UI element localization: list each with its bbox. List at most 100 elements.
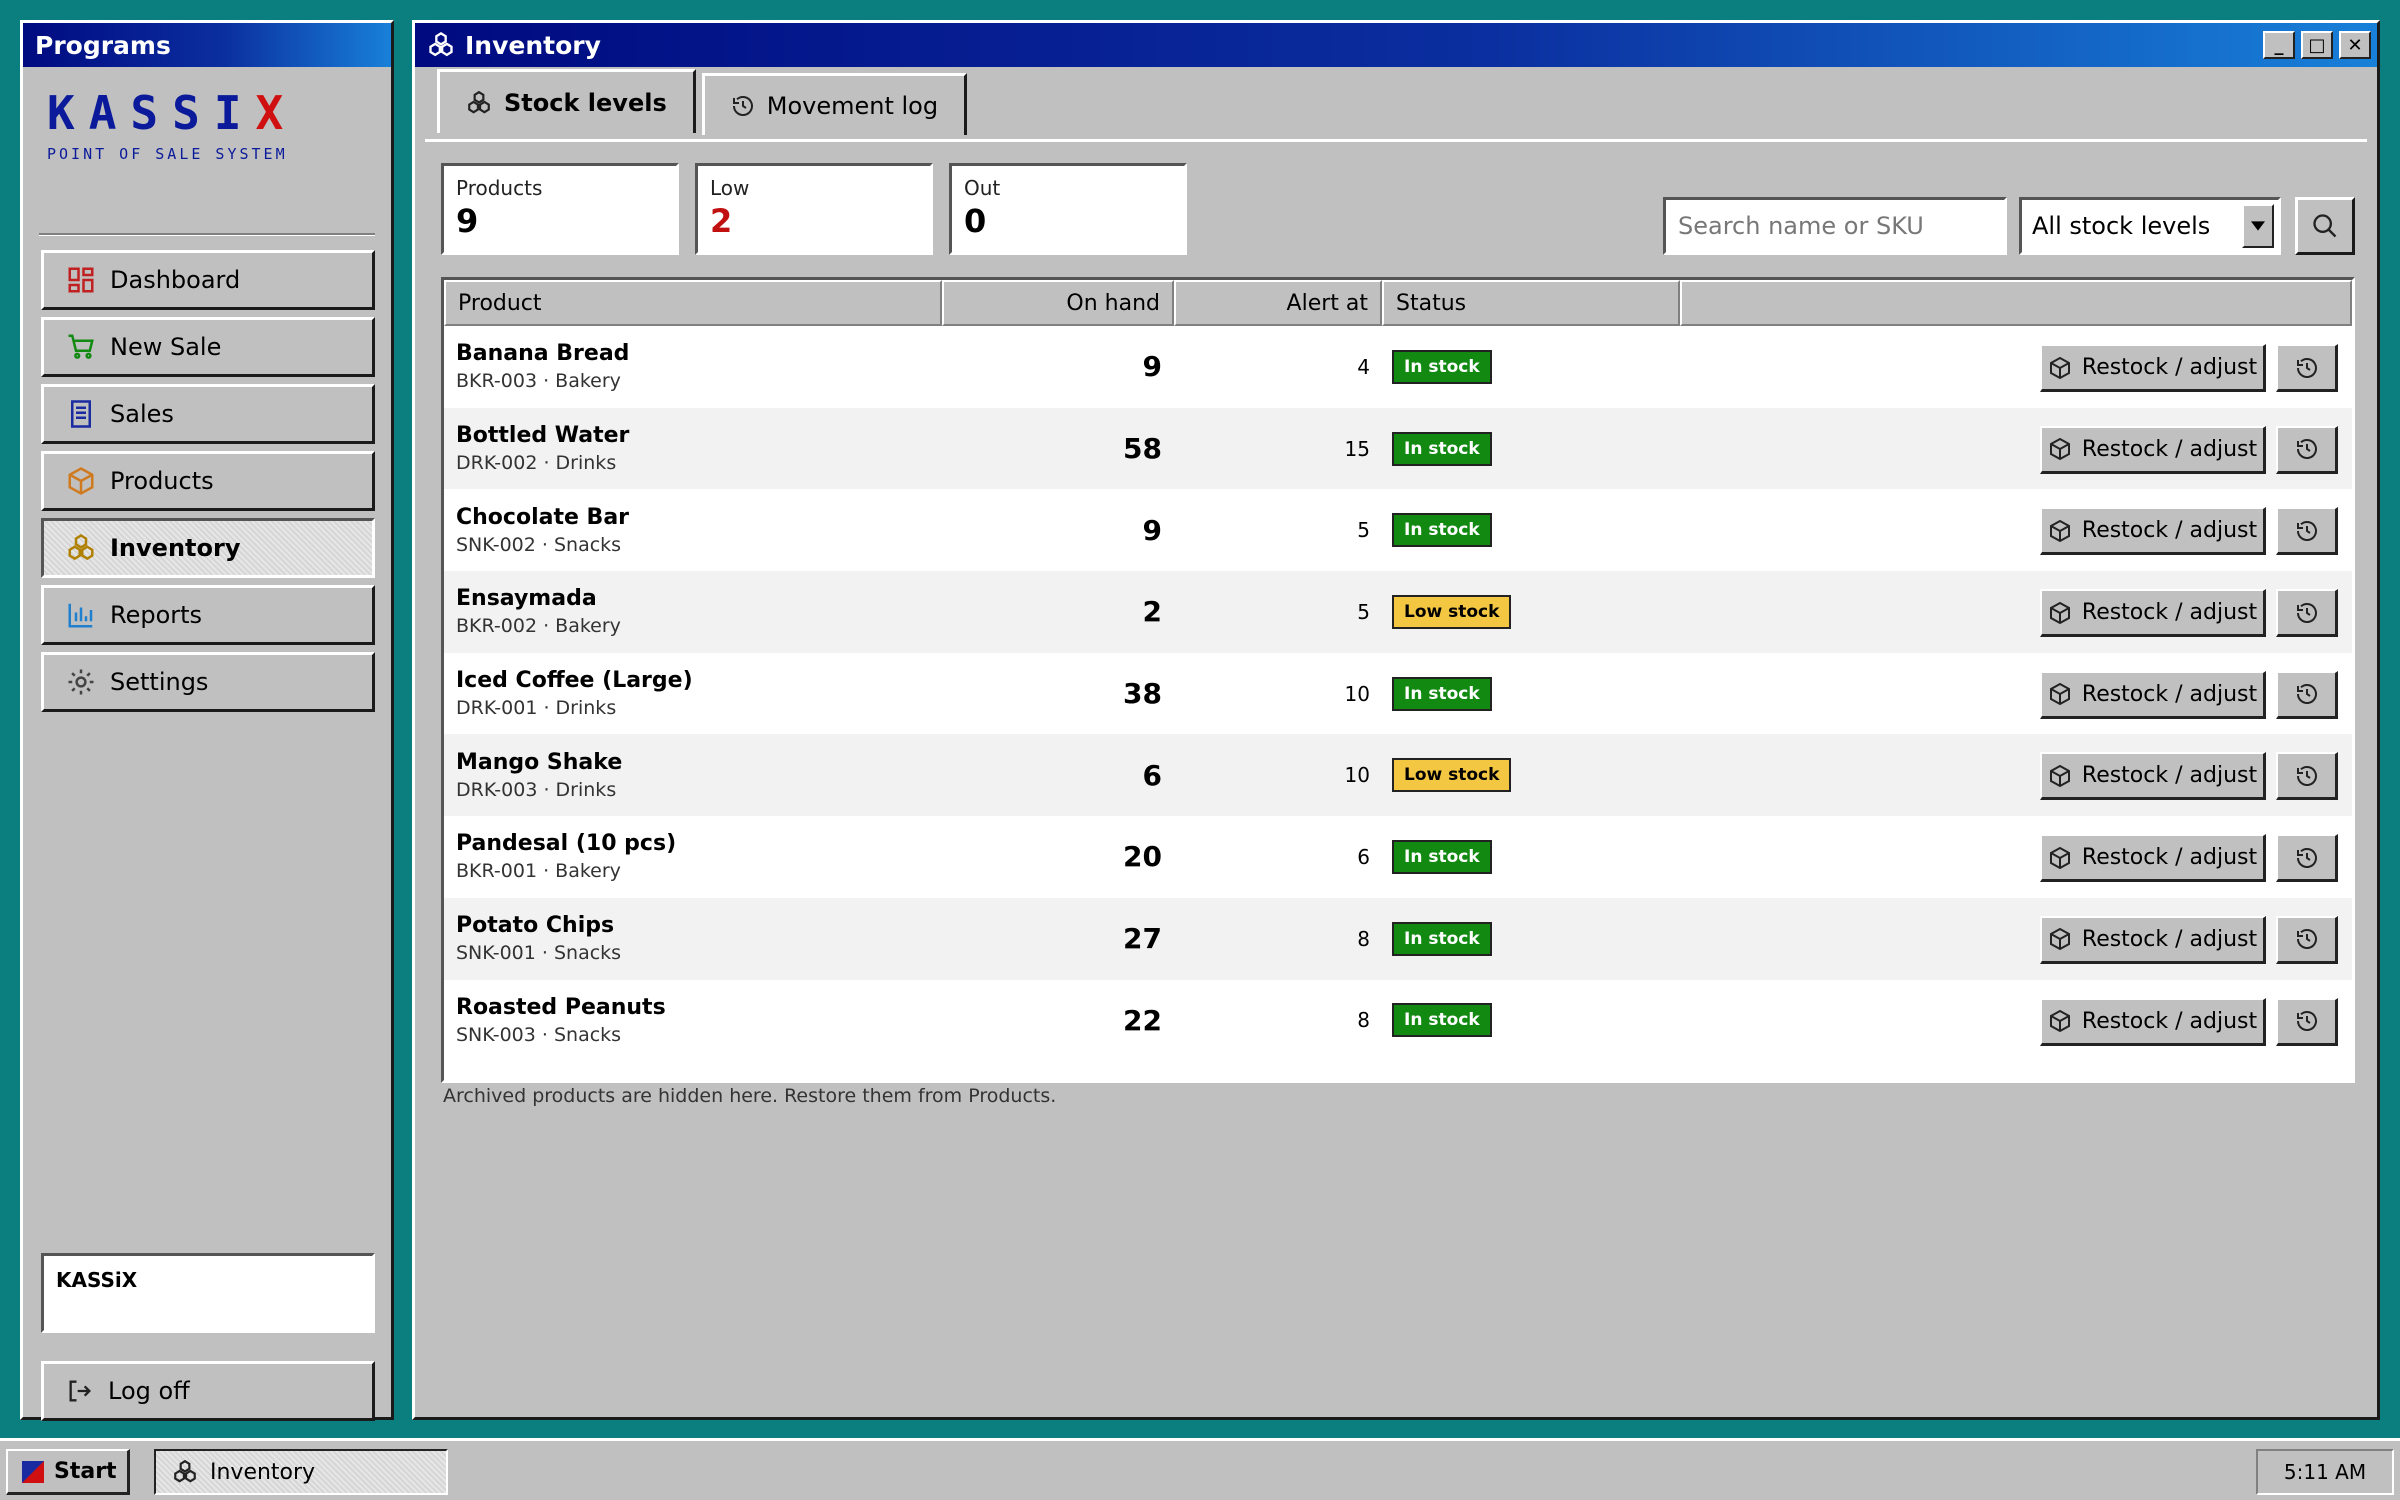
minimize-button[interactable]: _ xyxy=(2263,31,2295,59)
search-input[interactable]: Search name or SKU xyxy=(1663,197,2007,255)
sidebar-item-sales[interactable]: Sales xyxy=(41,384,375,444)
tab-divider xyxy=(425,139,2367,142)
on-hand-value: 58 xyxy=(1123,432,1162,466)
product-cell: Bottled Water DRK-002 · Drinks xyxy=(444,423,942,474)
receipt-icon xyxy=(71,400,91,428)
restock-adjust-button[interactable]: Restock / adjust xyxy=(2040,425,2266,474)
restock-adjust-button[interactable]: Restock / adjust xyxy=(2040,997,2266,1046)
product-sku: SNK-001 xyxy=(456,942,536,965)
on-hand-value: 2 xyxy=(1142,595,1162,629)
column-header-product[interactable]: Product xyxy=(444,280,942,326)
restock-label: Restock / adjust xyxy=(2081,1008,2258,1034)
product-category: Bakery xyxy=(555,370,621,393)
restock-adjust-button[interactable]: Restock / adjust xyxy=(2040,834,2266,883)
restock-label: Restock / adjust xyxy=(2081,845,2258,871)
counter-label: Out xyxy=(964,176,1001,200)
table-row[interactable]: Ensaymada BKR-002 · Bakery 2 5 Low stock Rest… xyxy=(444,571,2352,653)
tab-stock-levels[interactable]: Stock levels xyxy=(437,69,696,133)
product-name: Potato Chips xyxy=(456,913,615,939)
movement-history-button[interactable] xyxy=(2276,670,2338,719)
out-counter: Out 0 xyxy=(949,163,1187,255)
product-meta: SNK-002 · Snacks xyxy=(456,533,622,556)
movement-history-button[interactable] xyxy=(2276,915,2338,964)
table-body: Banana Bread BKR-003 · Bakery 9 4 In stock Re… xyxy=(444,326,2352,1061)
tab-label: Movement log xyxy=(766,91,939,120)
table-row[interactable]: Chocolate Bar SNK-002 · Snacks 9 5 In stock R… xyxy=(444,489,2352,571)
tab-movement-log[interactable]: Movement log xyxy=(701,73,968,135)
movement-history-button[interactable] xyxy=(2276,344,2338,392)
cart-icon xyxy=(68,334,94,359)
product-sku: SNK-003 xyxy=(456,1023,536,1046)
maximize-button[interactable]: □ xyxy=(2301,31,2333,59)
sidebar-item-new-sale[interactable]: New Sale xyxy=(41,317,375,377)
restock-adjust-button[interactable]: Restock / adjust xyxy=(2040,670,2266,719)
history-icon xyxy=(2296,602,2317,623)
taskbar-item-inventory[interactable]: Inventory xyxy=(154,1449,448,1495)
movement-history-button[interactable] xyxy=(2276,507,2338,556)
sidebar-item-dashboard[interactable]: Dashboard xyxy=(41,250,375,310)
boxes-icon xyxy=(174,1459,196,1483)
movement-history-button[interactable] xyxy=(2276,834,2338,883)
products-counter: Products 9 xyxy=(441,163,679,255)
sidebar-title: Programs xyxy=(35,30,171,60)
box-icon xyxy=(68,467,94,495)
start-button[interactable]: Start xyxy=(6,1449,130,1495)
on-hand-value: 9 xyxy=(1142,350,1162,384)
sidebar-item-inventory[interactable]: Inventory xyxy=(41,518,375,578)
history-icon xyxy=(2296,1011,2317,1031)
table-row[interactable]: Potato Chips SNK-001 · Snacks 27 8 In stock R… xyxy=(444,897,2352,980)
product-category: Snacks xyxy=(553,1023,622,1046)
tab-label: Stock levels xyxy=(504,88,667,117)
restock-label: Restock / adjust xyxy=(2081,763,2258,789)
restock-label: Restock / adjust xyxy=(2081,518,2258,544)
restock-adjust-button[interactable]: Restock / adjust xyxy=(2040,344,2266,392)
sidebar-item-reports[interactable]: Reports xyxy=(41,585,375,645)
product-category: Drinks xyxy=(555,778,617,801)
product-name: Banana Bread xyxy=(456,341,630,367)
column-header-alert-at[interactable]: Alert at xyxy=(1174,280,1382,326)
close-button[interactable]: ✕ xyxy=(2339,31,2371,59)
counter-label: Products xyxy=(456,176,543,200)
table-row[interactable]: Iced Coffee (Large) DRK-001 · Drinks 38 10 I… xyxy=(444,653,2352,735)
table-row[interactable]: Mango Shake DRK-003 · Drinks 6 10 Low stock R… xyxy=(444,734,2352,817)
on-hand-value: 27 xyxy=(1123,922,1162,956)
stock-filter-select[interactable]: All stock levels xyxy=(2019,197,2281,255)
box-icon xyxy=(2049,764,2070,788)
logoff-button[interactable]: Log off xyxy=(41,1361,375,1421)
restock-adjust-button[interactable]: Restock / adjust xyxy=(2040,589,2266,638)
user-name: KASSiX xyxy=(56,1268,138,1292)
history-icon xyxy=(2296,929,2317,950)
search-icon xyxy=(2313,214,2337,238)
table-row[interactable]: Pandesal (10 pcs) BKR-001 · Bakery 20 6 In s… xyxy=(444,816,2352,898)
counter-value: 2 xyxy=(710,202,733,240)
search-button[interactable] xyxy=(2295,197,2355,255)
movement-history-button[interactable] xyxy=(2276,997,2338,1046)
chevron-down-icon[interactable] xyxy=(2242,204,2274,248)
column-header-on-hand[interactable]: On hand xyxy=(942,280,1174,326)
status-cell: In stock xyxy=(1382,676,1682,711)
product-meta: SNK-003 · Snacks xyxy=(456,1023,622,1046)
table-row[interactable]: Banana Bread BKR-003 · Bakery 9 4 In stock Re… xyxy=(444,326,2352,408)
column-header-status[interactable]: Status xyxy=(1382,280,1680,326)
product-cell: Potato Chips SNK-001 · Snacks xyxy=(444,913,942,964)
box-icon xyxy=(2049,1009,2070,1033)
restock-adjust-button[interactable]: Restock / adjust xyxy=(2040,752,2266,801)
table-row[interactable]: Roasted Peanuts SNK-003 · Snacks 22 8 In sto… xyxy=(444,980,2352,1062)
movement-history-button[interactable] xyxy=(2276,589,2338,638)
product-name: Iced Coffee (Large) xyxy=(456,668,693,694)
sidebar-item-label: Products xyxy=(110,467,214,495)
counter-label: Low xyxy=(710,176,750,200)
sidebar-item-products[interactable]: Products xyxy=(41,451,375,511)
restock-adjust-button[interactable]: Restock / adjust xyxy=(2040,507,2266,556)
sidebar-item-settings[interactable]: Settings xyxy=(41,652,375,712)
movement-history-button[interactable] xyxy=(2276,425,2338,474)
start-label: Start xyxy=(54,1459,117,1484)
table-row[interactable]: Bottled Water DRK-002 · Drinks 58 15 In stoc… xyxy=(444,407,2352,490)
alert-at-value: 5 xyxy=(1357,518,1370,543)
movement-history-button[interactable] xyxy=(2276,752,2338,801)
restock-adjust-button[interactable]: Restock / adjust xyxy=(2040,915,2266,964)
box-icon xyxy=(2049,356,2070,379)
on-hand-value: 6 xyxy=(1142,758,1162,792)
restock-label: Restock / adjust xyxy=(2081,436,2258,462)
window-titlebar[interactable]: Inventory _ □ ✕ xyxy=(415,23,2377,67)
